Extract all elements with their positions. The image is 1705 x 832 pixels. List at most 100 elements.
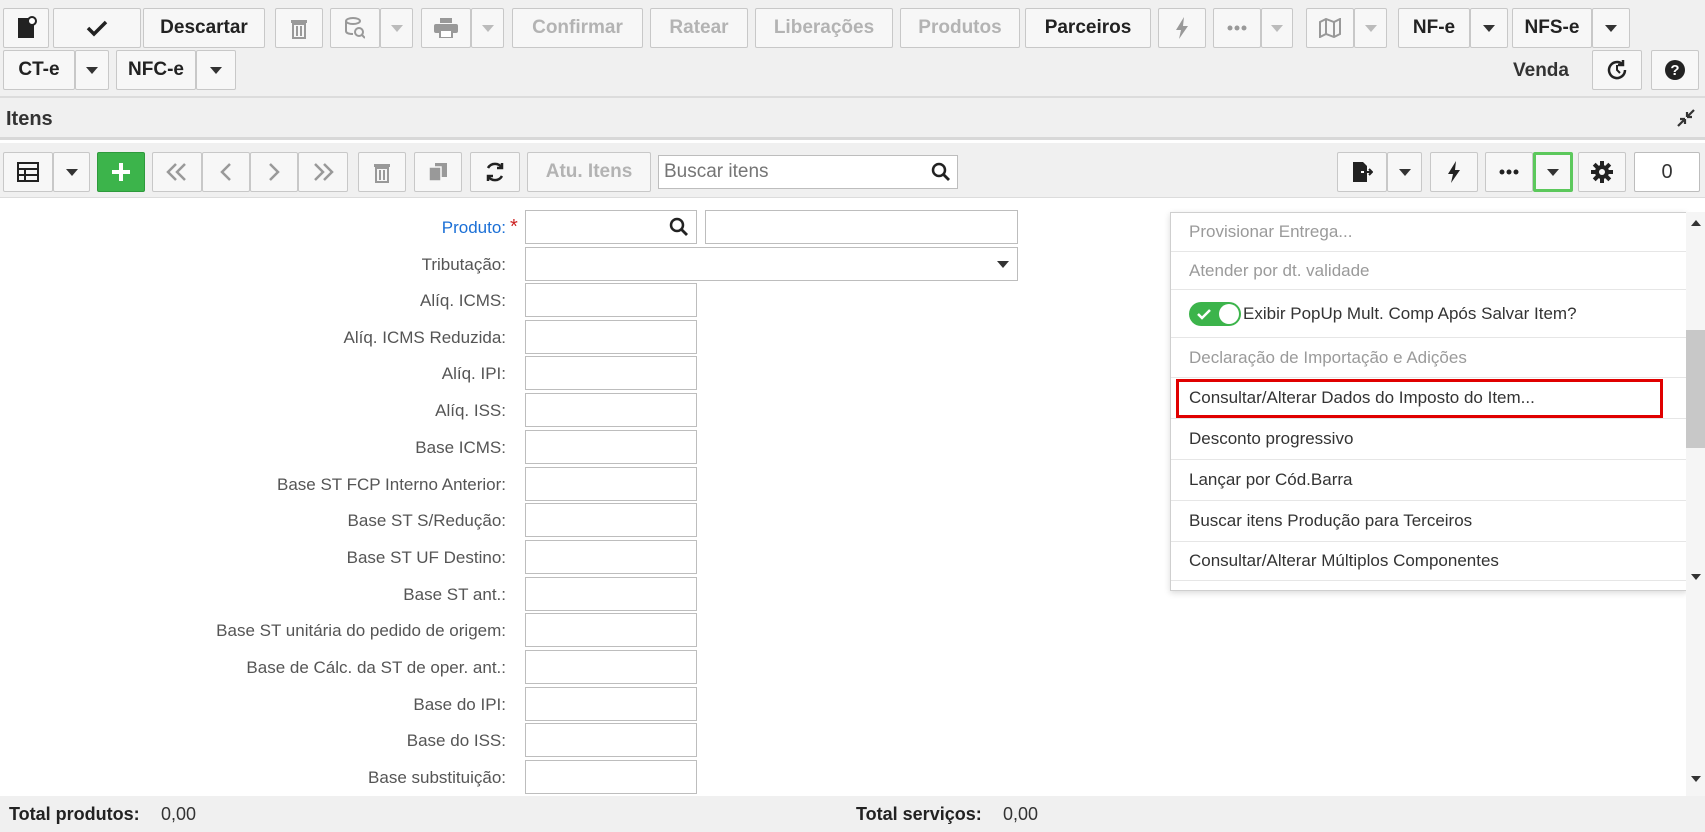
dropdown-menu-item-label: Declaração de Importação e Adições (1189, 347, 1467, 367)
double-chevron-right-icon (314, 163, 334, 181)
search-records-dropdown[interactable] (380, 8, 413, 48)
map-button[interactable] (1306, 8, 1354, 48)
form-field-input[interactable] (525, 613, 697, 647)
item-more-button[interactable] (1485, 152, 1533, 192)
page-scroll-down-arrow[interactable] (1691, 776, 1701, 782)
form-field-input[interactable] (525, 430, 697, 464)
nfce-dropdown[interactable] (196, 50, 236, 90)
form-field-input[interactable] (525, 356, 697, 390)
double-chevron-left-icon (166, 163, 186, 181)
refresh-status-button[interactable] (1592, 50, 1642, 90)
tributacao-select[interactable] (525, 247, 1018, 281)
more-options-dropdown[interactable] (1261, 8, 1293, 48)
liberacoes-button[interactable]: Liberações (755, 8, 893, 48)
form-field-input[interactable] (525, 687, 697, 721)
search-input[interactable] (659, 156, 919, 188)
update-items-button[interactable]: Atu. Itens (527, 152, 651, 192)
chevron-left-icon (220, 163, 231, 181)
produto-label[interactable]: Produto: (442, 218, 506, 238)
item-more-dropdown[interactable] (1533, 152, 1573, 192)
dropdown-menu-item[interactable]: Lançar por Cód.Barra (1171, 460, 1686, 501)
item-actions-button[interactable] (1430, 152, 1478, 192)
add-item-button[interactable] (97, 152, 145, 192)
chevron-down-icon (1364, 24, 1377, 32)
export-button[interactable] (1337, 152, 1387, 192)
nfse-dropdown[interactable] (1592, 8, 1630, 48)
scrollbar[interactable] (1686, 212, 1705, 796)
nfse-button[interactable]: NFS-e (1512, 8, 1592, 48)
actions-button[interactable] (1158, 8, 1206, 48)
produto-description-field[interactable] (705, 210, 1018, 244)
settings-button[interactable] (1578, 152, 1626, 192)
chevron-down-icon (1605, 24, 1617, 32)
form-field-label: Base ST unitária do pedido de origem: (216, 621, 506, 640)
form-field-input[interactable] (525, 393, 697, 427)
dropdown-menu-item[interactable]: Declaração de Importação e Adições (1171, 338, 1686, 378)
trash-icon (291, 20, 307, 39)
chevron-down-icon (481, 24, 494, 32)
dropdown-menu-item[interactable]: Atender por dt. validade (1171, 252, 1686, 290)
dropdown-menu-item[interactable]: Provisionar Entrega... (1171, 213, 1686, 252)
more-options-button[interactable] (1213, 8, 1261, 48)
refresh-button[interactable] (470, 152, 520, 192)
form-field-label: Alíq. IPI: (441, 364, 506, 383)
section-title: Itens (6, 108, 53, 130)
dropdown-menu-item-label: Exibir PopUp Mult. Comp Após Salvar Item… (1243, 303, 1577, 323)
form-field-input[interactable] (525, 650, 697, 684)
nfe-dropdown[interactable] (1470, 8, 1508, 48)
collapse-icon[interactable] (1676, 108, 1696, 128)
first-record-button[interactable] (152, 152, 202, 192)
produto-code-field[interactable] (525, 210, 697, 244)
scroll-down-arrow[interactable] (1691, 574, 1701, 580)
form-field-input[interactable] (525, 283, 697, 317)
map-dropdown[interactable] (1354, 8, 1387, 48)
ratear-button[interactable]: Ratear (650, 8, 748, 48)
produtos-button[interactable]: Produtos (900, 8, 1020, 48)
last-record-button[interactable] (298, 152, 348, 192)
form-field-input[interactable] (525, 760, 697, 794)
dropdown-menu-item[interactable]: Consultar/Alterar Dados do Imposto do It… (1171, 378, 1686, 419)
item-count-field[interactable]: 0 (1634, 152, 1700, 192)
cte-dropdown[interactable] (75, 50, 109, 90)
nfe-button[interactable]: NF-e (1398, 8, 1470, 48)
form-field-input[interactable] (525, 467, 697, 501)
scroll-thumb[interactable] (1686, 330, 1705, 448)
export-dropdown[interactable] (1387, 152, 1422, 192)
search-icon[interactable] (931, 162, 951, 182)
toggle-switch[interactable] (1189, 301, 1241, 326)
delete-item-button[interactable] (358, 152, 406, 192)
previous-record-button[interactable] (202, 152, 250, 192)
form-field-input[interactable] (525, 320, 697, 354)
discard-button[interactable]: Descartar (143, 8, 265, 48)
new-document-button[interactable] (3, 8, 49, 48)
print-button[interactable] (421, 8, 471, 48)
form-field-input[interactable] (525, 577, 697, 611)
search-icon[interactable] (669, 217, 689, 237)
grid-view-dropdown[interactable] (53, 152, 90, 192)
save-button[interactable] (53, 8, 141, 48)
nfce-button[interactable]: NFC-e (116, 50, 196, 90)
dropdown-menu-item[interactable]: Consultar/Alterar Múltiplos Componentes (1171, 542, 1686, 581)
form-field-label: Base de Cálc. da ST de oper. ant.: (246, 658, 506, 677)
form-field-label: Alíq. ISS: (435, 401, 506, 420)
form-field-input[interactable] (525, 723, 697, 757)
total-servicos-value: 0,00 (1003, 804, 1039, 824)
parceiros-button[interactable]: Parceiros (1025, 8, 1151, 48)
cte-button[interactable]: CT-e (3, 50, 75, 90)
dropdown-menu-item[interactable]: Buscar itens Produção para Terceiros (1171, 501, 1686, 542)
form-field-input[interactable] (525, 503, 697, 537)
dropdown-menu-item[interactable]: Exibir PopUp Mult. Comp Após Salvar Item… (1171, 290, 1686, 338)
delete-button[interactable] (275, 8, 323, 48)
copy-item-button[interactable] (414, 152, 462, 192)
grid-view-button[interactable] (3, 152, 53, 192)
help-button[interactable]: ? (1651, 50, 1699, 90)
next-record-button[interactable] (250, 152, 298, 192)
confirm-button[interactable]: Confirmar (512, 8, 643, 48)
search-records-button[interactable] (330, 8, 380, 48)
form-field-input[interactable] (525, 540, 697, 574)
search-items-box (658, 155, 958, 189)
dropdown-menu-item[interactable]: Desconto progressivo (1171, 419, 1686, 460)
more-dots-icon (1499, 169, 1519, 175)
print-dropdown[interactable] (471, 8, 504, 48)
scroll-up-arrow[interactable] (1691, 220, 1701, 226)
